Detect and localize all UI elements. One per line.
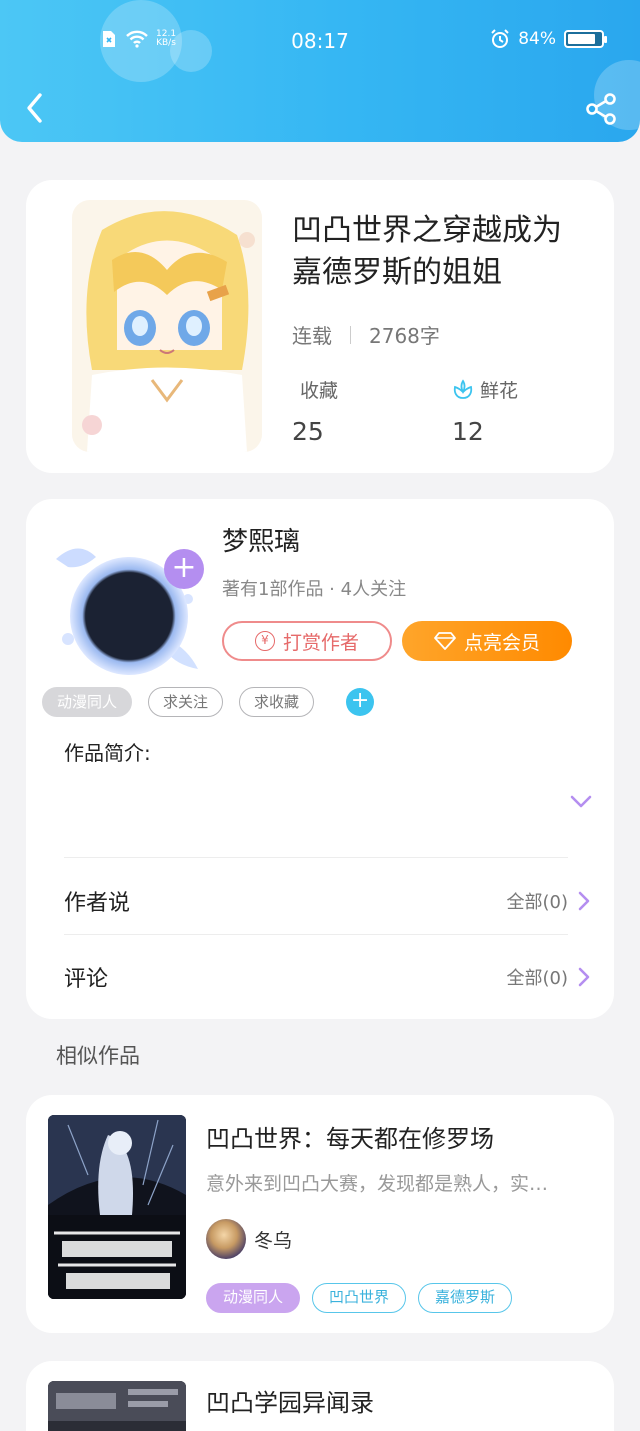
similar-tag[interactable]: 嘉德罗斯 xyxy=(418,1283,513,1313)
status-right: 84% xyxy=(490,29,607,49)
similar-book-title: 凹凸学园异闻录 xyxy=(206,1389,374,1417)
author-says-label: 作者说 xyxy=(64,891,131,916)
battery-icon xyxy=(564,30,607,48)
author-says-count: 全部(0) xyxy=(506,892,569,913)
flowers-stat[interactable]: 鲜花 12 xyxy=(452,376,518,446)
chevron-down-icon[interactable] xyxy=(570,795,592,809)
battery-percent: 84% xyxy=(518,29,556,49)
book-status: 连载 xyxy=(292,324,332,348)
tag-item[interactable]: 求关注 xyxy=(148,687,224,717)
similar-tag[interactable]: 动漫同人 xyxy=(206,1283,301,1313)
tip-author-button[interactable]: ¥ 打赏作者 xyxy=(222,621,392,661)
similar-book-desc: 意外来到凹凸大赛，发现都是熟人，实… xyxy=(206,1173,549,1195)
similar-book-card[interactable]: 凹凸世界：每天都在修罗场 意外来到凹凸大赛，发现都是熟人，实… 冬乌 动漫同人 … xyxy=(26,1095,614,1333)
favorites-label: 收藏 xyxy=(300,380,339,402)
battery-fill xyxy=(568,34,595,44)
similar-book-cover[interactable] xyxy=(48,1381,186,1431)
tag-item[interactable]: 求收藏 xyxy=(239,687,315,717)
similar-tag-list: 动漫同人 凹凸世界 嘉德罗斯 xyxy=(206,1283,513,1313)
comments-count: 全部(0) xyxy=(506,968,569,989)
divider xyxy=(64,857,568,858)
book-meta: 连载 2768字 xyxy=(292,320,440,349)
book-title: 凹凸世界之穿越成为嘉德罗斯的姐姐 xyxy=(292,213,562,290)
diamond-icon xyxy=(434,632,456,650)
status-bar: 12.1 KB/s 08:17 84% xyxy=(0,26,640,56)
back-button[interactable] xyxy=(20,90,50,126)
favorites-value: 25 xyxy=(292,417,324,446)
author-card: + 梦熙璃 著有1部作品 · 4人关注 ¥ 打赏作者 点亮会员 动漫同人 求关注… xyxy=(26,499,614,1019)
comments-label: 评论 xyxy=(64,967,109,992)
favorites-stat[interactable]: 收藏 25 xyxy=(292,376,339,446)
flowers-label: 鲜花 xyxy=(480,380,519,402)
similar-cover-art xyxy=(48,1381,186,1431)
intro-label: 作品简介: xyxy=(64,741,151,765)
divider xyxy=(64,934,568,935)
chevron-right-icon xyxy=(578,891,590,911)
tag-list: 动漫同人 求关注 求收藏 + xyxy=(42,687,375,717)
top-bar: 12.1 KB/s 08:17 84% xyxy=(0,0,640,142)
author-says-row[interactable]: 作者说 全部(0) xyxy=(64,881,590,921)
author-subtitle: 著有1部作品 · 4人关注 xyxy=(222,579,407,600)
vip-label: 点亮会员 xyxy=(463,631,540,654)
book-info-card: 凹凸世界之穿越成为嘉德罗斯的姐姐 连载 2768字 收藏 25 鲜花 12 xyxy=(26,180,614,473)
chevron-right-icon xyxy=(578,967,590,987)
share-button[interactable] xyxy=(584,92,618,126)
alarm-icon xyxy=(491,29,509,48)
flower-icon xyxy=(453,378,473,399)
flowers-value: 12 xyxy=(452,417,484,446)
author-avatar xyxy=(206,1219,246,1259)
similar-book-title: 凹凸世界：每天都在修罗场 xyxy=(206,1125,494,1153)
author-avatar[interactable]: + xyxy=(48,529,204,675)
tag-item[interactable]: 动漫同人 xyxy=(42,687,133,717)
book-cover[interactable] xyxy=(72,200,262,452)
similar-author-name: 冬乌 xyxy=(254,1229,293,1252)
follow-plus-button[interactable]: + xyxy=(164,549,204,589)
similar-book-card[interactable]: 凹凸学园异闻录 xyxy=(26,1361,614,1431)
similar-cover-art xyxy=(48,1115,186,1299)
similar-book-author[interactable]: 冬乌 xyxy=(206,1219,292,1259)
similar-tag[interactable]: 凹凸世界 xyxy=(312,1283,407,1313)
meta-divider xyxy=(350,325,351,344)
similar-book-cover[interactable] xyxy=(48,1115,186,1299)
author-name[interactable]: 梦熙璃 xyxy=(222,521,300,558)
comments-row[interactable]: 评论 全部(0) xyxy=(64,957,590,997)
yen-icon: ¥ xyxy=(254,631,275,651)
tip-author-label: 打赏作者 xyxy=(282,631,359,654)
book-word-count: 2768字 xyxy=(369,324,440,348)
vip-button[interactable]: 点亮会员 xyxy=(402,621,572,661)
add-tag-button[interactable]: + xyxy=(346,688,375,716)
book-cover-art xyxy=(72,200,262,452)
similar-section-title: 相似作品 xyxy=(56,1044,140,1068)
